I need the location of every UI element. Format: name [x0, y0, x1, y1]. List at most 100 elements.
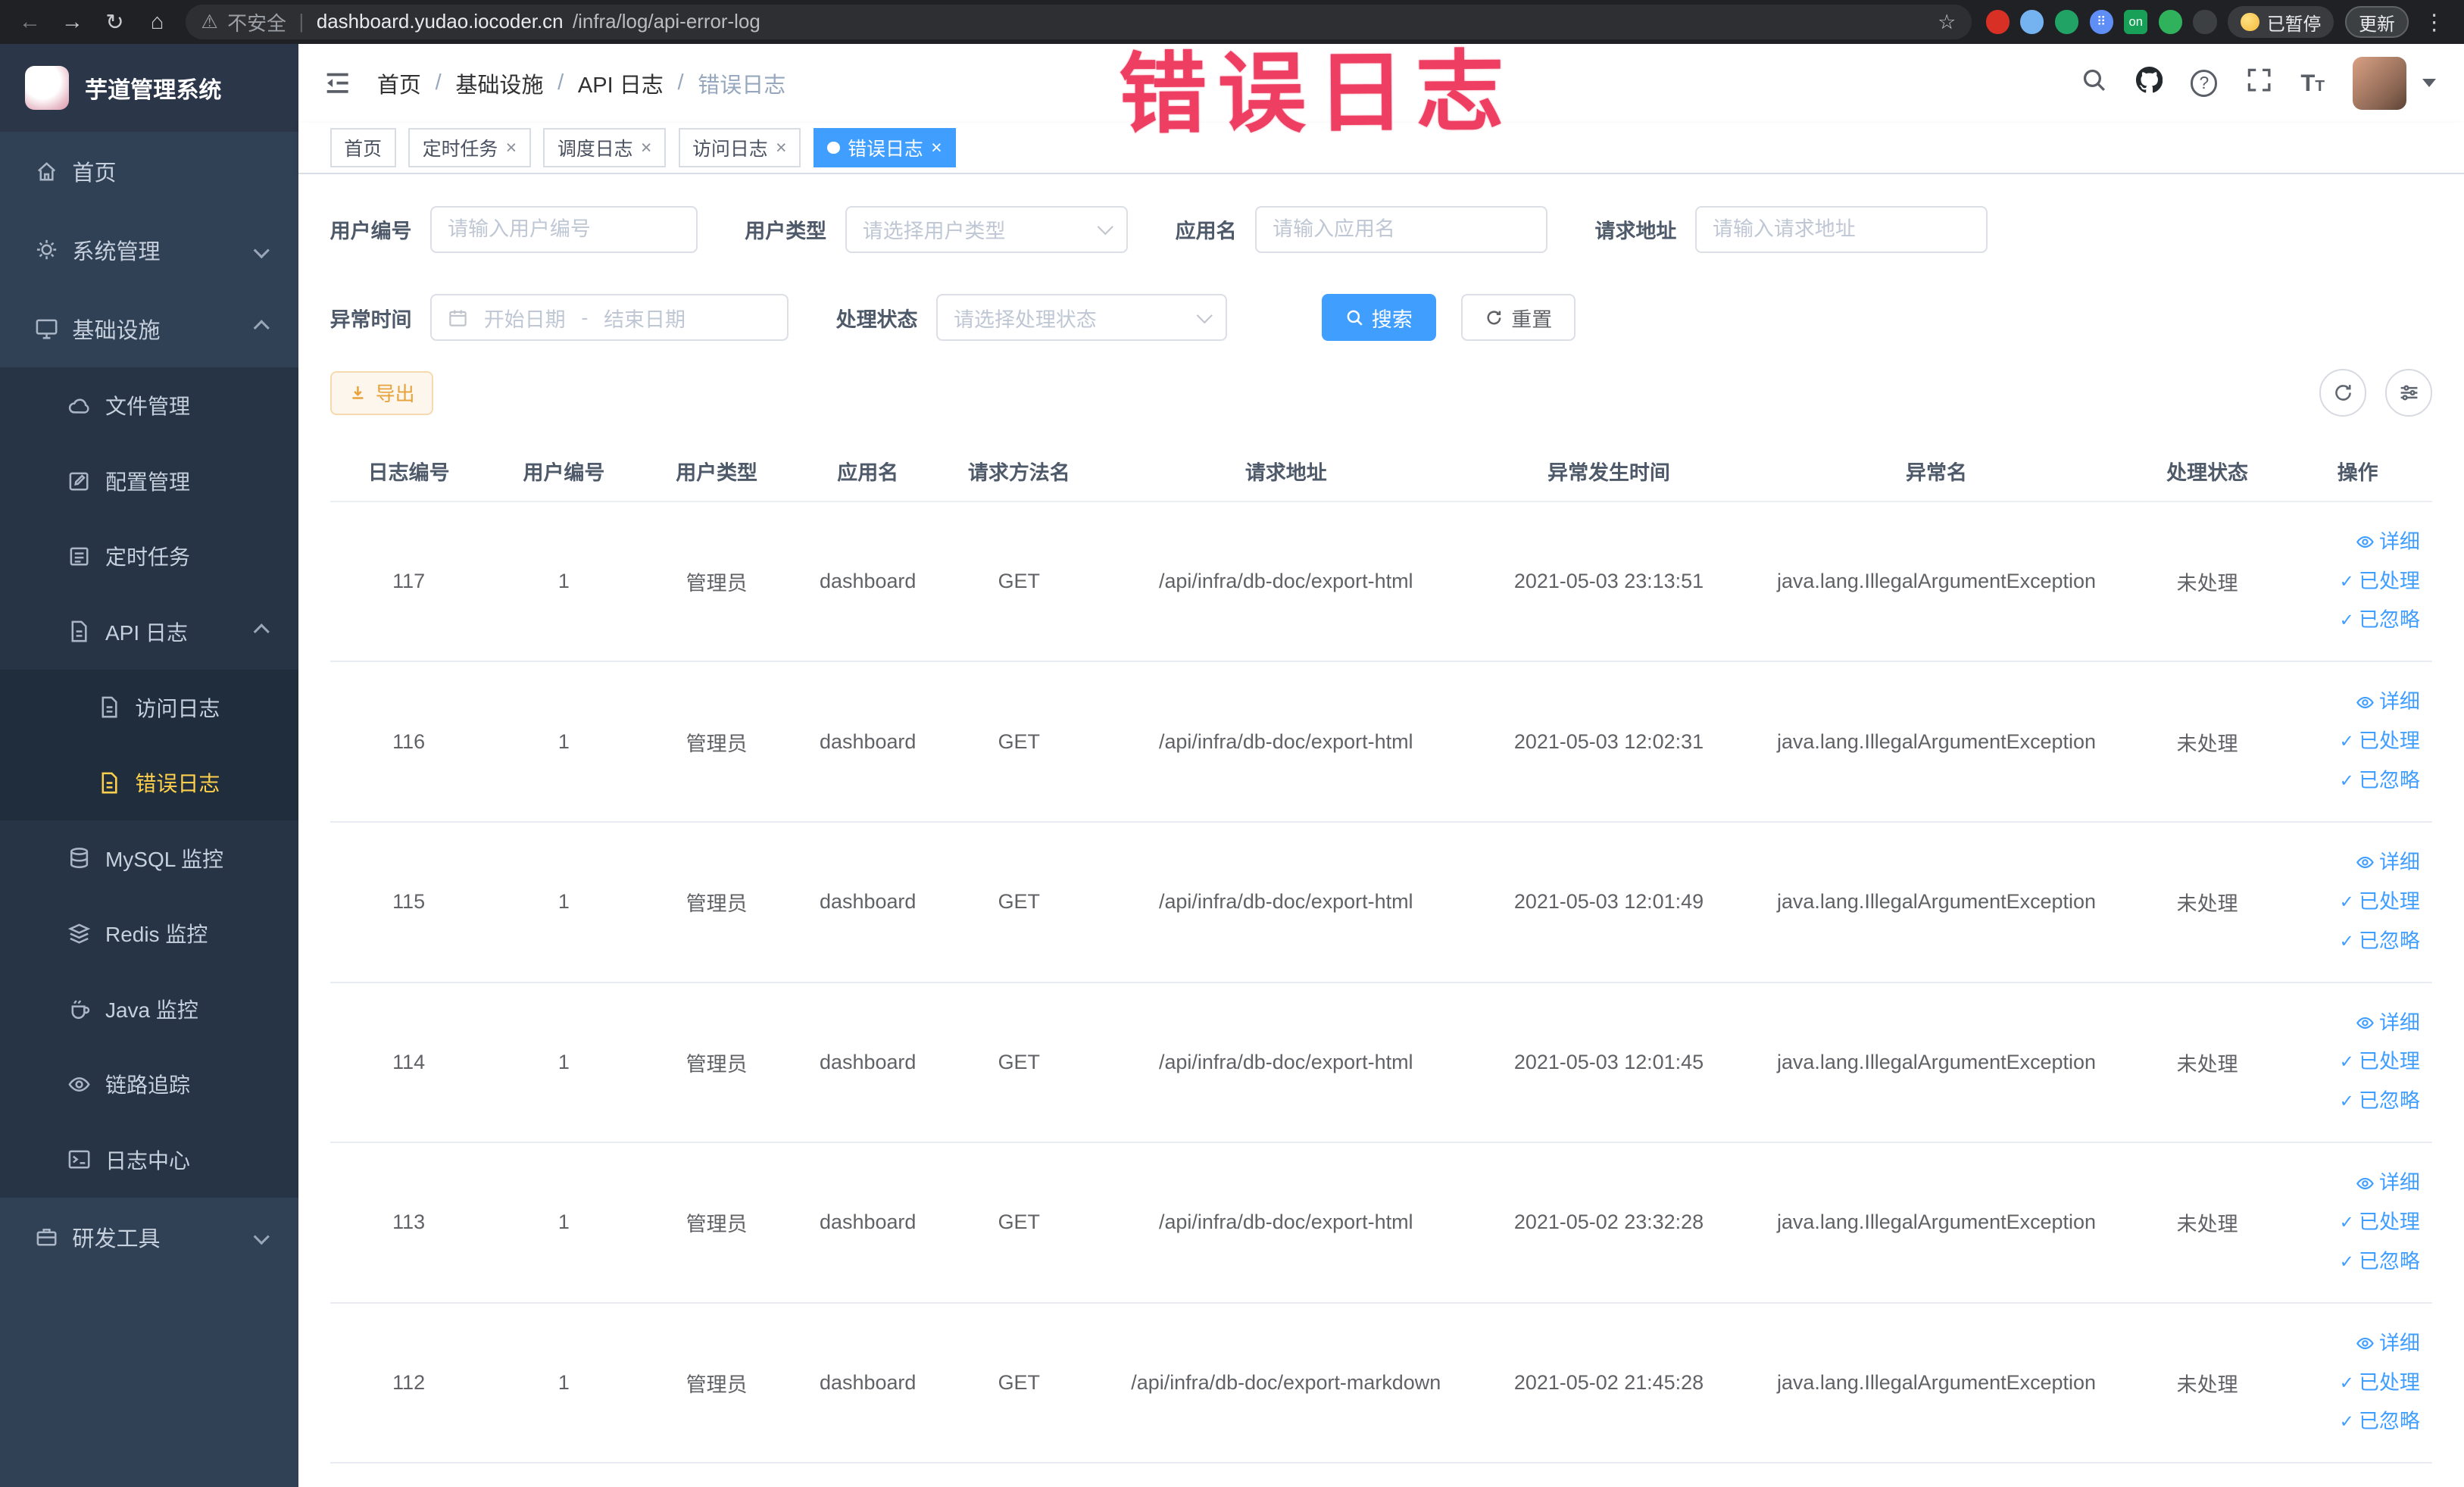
- github-icon[interactable]: [2135, 66, 2163, 100]
- start-date-placeholder: 开始日期: [483, 308, 566, 331]
- app-logo[interactable]: 芋道管理系统: [0, 44, 299, 133]
- user-type-label: 用户类型: [745, 220, 827, 243]
- sidebar-item-log-center[interactable]: 日志中心: [0, 1122, 298, 1198]
- column-header: 操作: [2282, 441, 2433, 502]
- navbar-actions: ? TT: [2081, 56, 2464, 111]
- help-icon[interactable]: ?: [2191, 70, 2218, 97]
- sidebar-item-api-log[interactable]: API 日志: [0, 594, 298, 670]
- table-row: 113 1 管理员 dashboard GET /api/infra/db-do…: [329, 1142, 2433, 1304]
- tab-home[interactable]: 首页: [329, 128, 396, 167]
- sidebar-item-job[interactable]: 定时任务: [0, 519, 298, 595]
- extension-puzzle-icon[interactable]: [2193, 10, 2217, 34]
- reset-button[interactable]: 重置: [1461, 293, 1576, 342]
- action-ignored[interactable]: ✓ 已忽略: [2283, 922, 2420, 961]
- font-size-icon[interactable]: TT: [2300, 70, 2325, 97]
- breadcrumb-home[interactable]: 首页: [377, 67, 421, 99]
- action-detail[interactable]: 详细: [2283, 1004, 2420, 1043]
- action-processed[interactable]: ✓ 已处理: [2283, 883, 2420, 922]
- column-settings-button[interactable]: [2385, 369, 2433, 417]
- active-dot: [827, 141, 840, 155]
- action-detail[interactable]: 详细: [2283, 523, 2420, 562]
- action-detail[interactable]: 详细: [2283, 1324, 2420, 1364]
- user-id-input[interactable]: [430, 205, 698, 253]
- search-icon: [1347, 310, 1363, 326]
- app-name-input[interactable]: [1255, 205, 1548, 253]
- chevron-down-icon: [254, 242, 270, 258]
- tab-access-log[interactable]: 访问日志 ×: [678, 128, 801, 167]
- action-detail[interactable]: 详细: [2283, 843, 2420, 883]
- extension-on-icon[interactable]: on: [2124, 10, 2148, 34]
- avatar[interactable]: [2353, 56, 2406, 111]
- browser-home-icon[interactable]: ⌂: [143, 10, 171, 35]
- filter-form: 用户编号 用户类型 请选择用户类型 应用名: [330, 174, 2433, 342]
- home-icon: [35, 160, 58, 183]
- fullscreen-icon[interactable]: [2246, 67, 2272, 100]
- sidebar-item-infra[interactable]: 基础设施: [0, 289, 298, 368]
- sidebar-item-access-log[interactable]: 访问日志: [0, 669, 299, 745]
- sidebar-item-trace[interactable]: 链路追踪: [0, 1047, 298, 1123]
- tab-job[interactable]: 定时任务 ×: [408, 128, 531, 167]
- action-processed[interactable]: ✓ 已处理: [2283, 562, 2420, 601]
- search-button[interactable]: 搜索: [1321, 293, 1436, 342]
- user-type-select[interactable]: 请选择用户类型: [845, 205, 1129, 253]
- paused-label: 已暂停: [2266, 14, 2322, 35]
- action-ignored[interactable]: ✓ 已忽略: [2283, 761, 2420, 801]
- check-icon: ✓: [2339, 930, 2354, 951]
- extension-leaf-icon[interactable]: [2158, 10, 2182, 34]
- paused-badge[interactable]: 已暂停: [2228, 6, 2334, 38]
- security-label: 不安全: [227, 13, 286, 35]
- sidebar-item-error-log[interactable]: 错误日志: [0, 745, 299, 820]
- sidebar-item-system[interactable]: 系统管理: [0, 211, 298, 289]
- breadcrumb-infra[interactable]: 基础设施: [455, 67, 543, 99]
- close-icon[interactable]: ×: [641, 137, 652, 159]
- request-url-input[interactable]: [1695, 205, 1988, 253]
- extension-green-icon[interactable]: [2054, 10, 2078, 34]
- sidebar-item-java[interactable]: Java 监控: [0, 971, 298, 1047]
- sidebar-item-label: 首页: [72, 161, 117, 186]
- browser-reload-icon[interactable]: ↻: [101, 9, 129, 36]
- doc-lines-icon: [98, 695, 121, 719]
- sidebar-item-home[interactable]: 首页: [0, 132, 298, 211]
- breadcrumb-api-log[interactable]: API 日志: [578, 67, 664, 99]
- extension-blue-drop-icon[interactable]: [2020, 10, 2044, 34]
- sidebar-collapse-icon[interactable]: [298, 69, 377, 97]
- tab-error-log[interactable]: 错误日志 ×: [813, 128, 957, 167]
- browser-back-icon[interactable]: ←: [16, 10, 44, 35]
- eye-icon: [67, 1073, 91, 1096]
- update-button[interactable]: 更新: [2344, 6, 2409, 38]
- extension-red-icon[interactable]: [1985, 10, 2010, 34]
- action-detail[interactable]: 详细: [2283, 683, 2420, 722]
- extension-grid-icon[interactable]: ⠿: [2089, 10, 2113, 34]
- action-ignored[interactable]: ✓ 已忽略: [2283, 601, 2420, 640]
- column-header: 请求方法名: [942, 441, 1096, 502]
- list-icon: [67, 545, 91, 568]
- browser-forward-icon[interactable]: →: [58, 10, 86, 35]
- search-icon[interactable]: [2081, 67, 2107, 100]
- action-processed[interactable]: ✓ 已处理: [2283, 1042, 2420, 1082]
- tab-job-log[interactable]: 调度日志 ×: [543, 128, 666, 167]
- address-bar[interactable]: ⚠ 不安全 | dashboard.yudao.iocoder.cn/infra…: [185, 5, 1972, 39]
- action-processed[interactable]: ✓ 已处理: [2283, 1203, 2420, 1242]
- action-ignored[interactable]: ✓ 已忽略: [2283, 1242, 2420, 1282]
- action-ignored[interactable]: ✓ 已忽略: [2283, 1082, 2420, 1121]
- bookmark-star-icon[interactable]: ☆: [1938, 11, 1956, 34]
- sidebar-item-redis[interactable]: Redis 监控: [0, 895, 298, 971]
- sidebar-item-config-manage[interactable]: 配置管理: [0, 443, 298, 519]
- process-status-select[interactable]: 请选择处理状态: [936, 293, 1228, 342]
- sidebar-item-mysql[interactable]: MySQL 监控: [0, 820, 298, 896]
- close-icon[interactable]: ×: [776, 137, 787, 159]
- action-detail[interactable]: 详细: [2283, 1164, 2420, 1203]
- address-separator: |: [298, 11, 304, 33]
- action-processed[interactable]: ✓ 已处理: [2283, 722, 2420, 761]
- browser-menu-icon[interactable]: ⋮: [2420, 9, 2448, 36]
- action-ignored[interactable]: ✓ 已忽略: [2283, 1402, 2420, 1442]
- export-button[interactable]: 导出: [329, 370, 434, 415]
- close-icon[interactable]: ×: [506, 137, 517, 159]
- refresh-table-button[interactable]: [2319, 369, 2367, 417]
- caret-down-icon[interactable]: [2422, 79, 2436, 89]
- exception-time-range-picker[interactable]: 开始日期 - 结束日期: [430, 293, 789, 342]
- sidebar-item-dev-tools[interactable]: 研发工具: [0, 1198, 298, 1276]
- action-processed[interactable]: ✓ 已处理: [2283, 1364, 2420, 1403]
- sidebar-item-file-manage[interactable]: 文件管理: [0, 367, 298, 443]
- close-icon[interactable]: ×: [931, 137, 942, 159]
